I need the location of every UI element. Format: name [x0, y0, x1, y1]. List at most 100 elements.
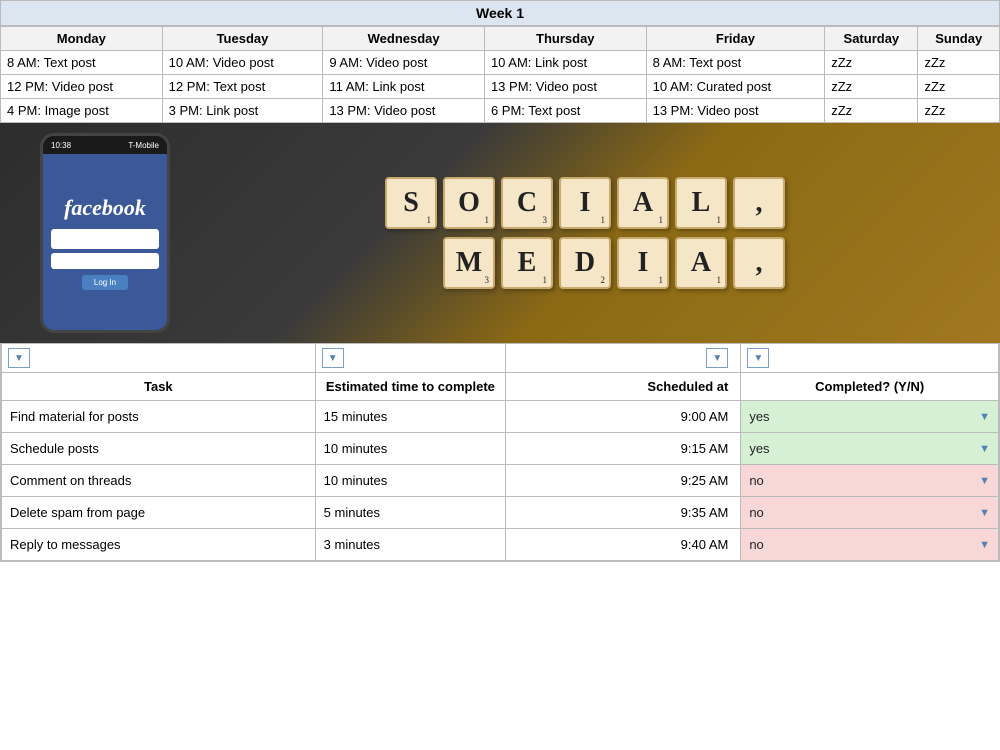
scheduled-filter-button[interactable]: ▼	[706, 348, 728, 368]
tasks-table: ▼ ▼ ▼ ▼ Task Estimated time to complete …	[1, 343, 999, 561]
scrabble-tile: S1	[385, 177, 437, 229]
completed-dropdown[interactable]: ▼	[979, 443, 990, 455]
task-time: 5 minutes	[315, 497, 505, 529]
schedule-cell: 11 AM: Link post	[323, 75, 485, 99]
phone-input-email	[51, 229, 159, 249]
scrabble-tile: M3	[443, 237, 495, 289]
task-name: Find material for posts	[2, 401, 316, 433]
completed-filter-button[interactable]: ▼	[747, 348, 769, 368]
task-name: Comment on threads	[2, 465, 316, 497]
task-column-header: Task	[2, 373, 316, 401]
schedule-cell: zZz	[918, 99, 1000, 123]
task-time: 10 minutes	[315, 465, 505, 497]
scrabble-spacer	[385, 237, 437, 289]
phone-mockup: 10:38 T-Mobile facebook Log In	[40, 133, 170, 333]
scrabble-tile: L1	[675, 177, 727, 229]
schedule-day-header: Tuesday	[162, 27, 323, 51]
task-row: Comment on threads10 minutes9:25 AMno▼	[2, 465, 999, 497]
schedule-day-header: Friday	[646, 27, 825, 51]
scrabble-row-2: M3E1D2I1A1,	[385, 237, 785, 289]
schedule-row: 12 PM: Video post12 PM: Text post11 AM: …	[1, 75, 1000, 99]
completed-value: no	[749, 505, 763, 520]
phone-login-button: Log In	[82, 275, 128, 290]
schedule-cell: 13 PM: Video post	[323, 99, 485, 123]
task-scheduled: 9:40 AM	[506, 529, 741, 561]
schedule-cell: 12 PM: Video post	[1, 75, 163, 99]
schedule-day-header: Saturday	[825, 27, 918, 51]
task-row: Delete spam from page5 minutes9:35 AM no ▼	[2, 497, 999, 529]
time-filter-cell: ▼	[315, 344, 505, 373]
schedule-cell: 12 PM: Text post	[162, 75, 323, 99]
scheduled-filter-cell: ▼	[506, 344, 741, 373]
phone-top-bar: 10:38 T-Mobile	[43, 136, 167, 154]
scrabble-tile: I1	[559, 177, 611, 229]
completed-dropdown[interactable]: ▼	[979, 539, 990, 551]
time-filter-button[interactable]: ▼	[322, 348, 344, 368]
task-filter-button[interactable]: ▼	[8, 348, 30, 368]
scrabble-tile: A1	[675, 237, 727, 289]
schedule-cell: 9 AM: Video post	[323, 51, 485, 75]
tasks-header-row: Task Estimated time to complete Schedule…	[2, 373, 999, 401]
task-time: 15 minutes	[315, 401, 505, 433]
scrabble-tile: D2	[559, 237, 611, 289]
schedule-cell: 6 PM: Text post	[484, 99, 646, 123]
completed-value: yes	[749, 441, 769, 456]
task-completed[interactable]: no ▼	[741, 529, 999, 561]
phone-screen: facebook Log In	[43, 154, 167, 330]
task-row: Reply to messages3 minutes9:40 AM no ▼	[2, 529, 999, 561]
week-header: Week 1	[0, 0, 1000, 26]
task-completed[interactable]: no ▼	[741, 497, 999, 529]
task-completed[interactable]: no ▼	[741, 465, 999, 497]
tasks-section: ▼ ▼ ▼ ▼ Task Estimated time to complete …	[0, 343, 1000, 562]
schedule-table: MondayTuesdayWednesdayThursdayFridaySatu…	[0, 26, 1000, 123]
completed-value: no	[749, 537, 763, 552]
task-name: Reply to messages	[2, 529, 316, 561]
completed-dropdown[interactable]: ▼	[979, 507, 990, 519]
schedule-cell: zZz	[825, 51, 918, 75]
task-scheduled: 9:00 AM	[506, 401, 741, 433]
completed-value: yes	[749, 409, 769, 424]
schedule-cell: zZz	[825, 99, 918, 123]
scrabble-tile: C3	[501, 177, 553, 229]
task-row: Schedule posts10 minutes9:15 AM yes ▼	[2, 433, 999, 465]
schedule-cell: 10 AM: Link post	[484, 51, 646, 75]
task-name: Schedule posts	[2, 433, 316, 465]
schedule-day-header: Wednesday	[323, 27, 485, 51]
task-time: 10 minutes	[315, 433, 505, 465]
social-media-banner: 10:38 T-Mobile facebook Log In S1O1C3I1A…	[0, 123, 1000, 343]
schedule-cell: zZz	[918, 75, 1000, 99]
schedule-row: 4 PM: Image post3 PM: Link post13 PM: Vi…	[1, 99, 1000, 123]
task-time: 3 minutes	[315, 529, 505, 561]
scheduled-column-header: Scheduled at	[506, 373, 741, 401]
schedule-cell: 8 AM: Text post	[1, 51, 163, 75]
scrabble-tile: O1	[443, 177, 495, 229]
completed-filter-cell: ▼	[741, 344, 999, 373]
schedule-cell: 10 AM: Curated post	[646, 75, 825, 99]
task-scheduled: 9:15 AM	[506, 433, 741, 465]
completed-value: no	[749, 473, 763, 488]
completed-dropdown[interactable]: ▼	[979, 411, 990, 423]
facebook-logo: facebook	[64, 195, 146, 221]
completed-dropdown[interactable]: ▼	[979, 475, 990, 487]
schedule-cell: zZz	[918, 51, 1000, 75]
scrabble-tile: ,	[733, 237, 785, 289]
scrabble-tile: ,	[733, 177, 785, 229]
task-completed[interactable]: yes ▼	[741, 401, 999, 433]
scrabble-tile: I1	[617, 237, 669, 289]
task-name: Delete spam from page	[2, 497, 316, 529]
scrabble-tile: E1	[501, 237, 553, 289]
task-scheduled: 9:35 AM	[506, 497, 741, 529]
schedule-cell: 4 PM: Image post	[1, 99, 163, 123]
schedule-cell: 3 PM: Link post	[162, 99, 323, 123]
phone-input-password	[51, 253, 159, 269]
schedule-cell: 8 AM: Text post	[646, 51, 825, 75]
filter-row: ▼ ▼ ▼ ▼	[2, 344, 999, 373]
schedule-cell: 10 AM: Video post	[162, 51, 323, 75]
schedule-row: 8 AM: Text post10 AM: Video post9 AM: Vi…	[1, 51, 1000, 75]
schedule-day-header: Monday	[1, 27, 163, 51]
completed-column-header: Completed? (Y/N)	[741, 373, 999, 401]
scrabble-tiles-area: S1O1C3I1A1L1, M3E1D2I1A1,	[170, 157, 1000, 309]
task-completed[interactable]: yes ▼	[741, 433, 999, 465]
schedule-cell: zZz	[825, 75, 918, 99]
schedule-day-header: Sunday	[918, 27, 1000, 51]
